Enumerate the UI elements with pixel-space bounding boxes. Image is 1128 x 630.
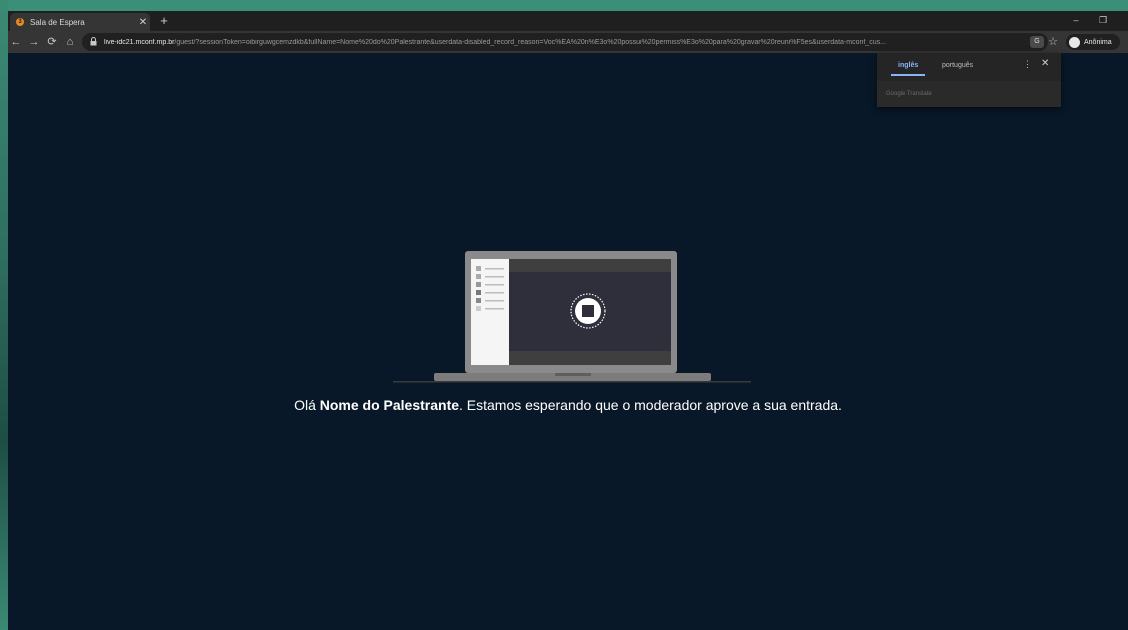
minimize-icon[interactable]: – bbox=[1066, 13, 1086, 27]
translate-tabs: inglês português ⋮ ✕ bbox=[877, 53, 1061, 81]
translate-tab-target[interactable]: português bbox=[942, 62, 973, 69]
desktop-background bbox=[0, 0, 8, 630]
lock-icon bbox=[90, 33, 100, 51]
new-tab-button[interactable]: + bbox=[156, 13, 172, 29]
reload-icon[interactable]: ⟳ bbox=[44, 34, 60, 50]
tab-favicon-icon: 3 bbox=[16, 18, 24, 26]
url-path: /guest/?sessionToken=oibirguwgcemzdkb&fu… bbox=[174, 38, 886, 46]
url-text: live-idc21.mconf.mp.br/guest/?sessionTok… bbox=[104, 39, 1030, 46]
browser-window: 3 Sala de Espera ✕ + – ❐ ← → ⟳ ⌂ live-id… bbox=[8, 11, 1128, 630]
tab-strip: 3 Sala de Espera ✕ + – ❐ bbox=[8, 11, 1128, 31]
close-icon[interactable]: ✕ bbox=[1041, 58, 1049, 69]
active-tab-indicator bbox=[891, 74, 925, 76]
translate-footer: Google Translate bbox=[886, 91, 932, 97]
url-host: live-idc21.mconf.mp.br bbox=[104, 38, 175, 46]
laptop-illustration bbox=[393, 251, 753, 391]
restore-icon[interactable]: ❐ bbox=[1093, 13, 1113, 27]
greeting-text: Olá bbox=[294, 397, 316, 413]
toolbar: ← → ⟳ ⌂ live-idc21.mconf.mp.br/guest/?se… bbox=[8, 31, 1128, 53]
tab-title: Sala de Espera bbox=[30, 17, 85, 27]
more-options-icon[interactable]: ⋮ bbox=[1023, 59, 1032, 70]
tab-close-icon[interactable]: ✕ bbox=[136, 17, 150, 28]
incognito-profile-button[interactable]: Anônima bbox=[1066, 34, 1120, 50]
back-icon[interactable]: ← bbox=[8, 34, 24, 50]
forward-icon[interactable]: → bbox=[26, 34, 42, 50]
translate-icon[interactable]: G bbox=[1030, 36, 1044, 48]
translate-tab-source[interactable]: inglês bbox=[898, 62, 918, 69]
home-icon[interactable]: ⌂ bbox=[62, 34, 78, 50]
waiting-text: . Estamos esperando que o moderador apro… bbox=[459, 397, 842, 413]
participant-name: Nome do Palestrante bbox=[319, 397, 460, 413]
translate-popup: inglês português ⋮ ✕ Google Translate bbox=[877, 53, 1061, 107]
profile-label: Anônima bbox=[1084, 38, 1112, 46]
tab-sala-de-espera[interactable]: 3 Sala de Espera ✕ bbox=[10, 13, 150, 31]
address-bar[interactable]: live-idc21.mconf.mp.br/guest/?sessionTok… bbox=[82, 33, 1048, 51]
incognito-icon bbox=[1069, 36, 1080, 48]
waiting-message: Olá Nome do Palestrante. Estamos esperan… bbox=[8, 397, 1128, 413]
bookmark-star-icon[interactable]: ☆ bbox=[1045, 34, 1061, 50]
